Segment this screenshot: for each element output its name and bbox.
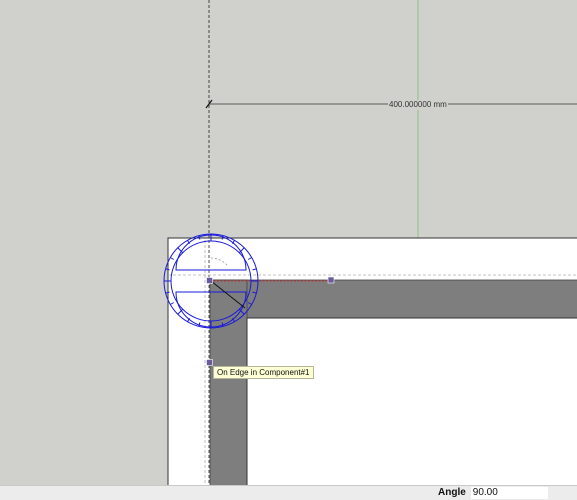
wall-horizontal[interactable] [209, 279, 577, 319]
grip-point-cursor[interactable] [206, 359, 213, 366]
measurements-box: Angle 90.00 [438, 487, 548, 499]
status-bar: Angle 90.00 [0, 485, 577, 500]
grip-point-end[interactable] [327, 276, 335, 284]
grip-point-corner[interactable] [206, 277, 213, 284]
dimension-label[interactable]: 400.000000 mm [388, 100, 448, 110]
inference-tooltip: On Edge in Component#1 [213, 366, 314, 379]
modeling-viewport[interactable]: 400.000000 mm On Edge in Component#1 [0, 0, 577, 485]
measure-input[interactable]: 90.00 [470, 487, 548, 499]
measure-label: Angle [438, 487, 466, 498]
model-scene[interactable] [0, 0, 577, 485]
